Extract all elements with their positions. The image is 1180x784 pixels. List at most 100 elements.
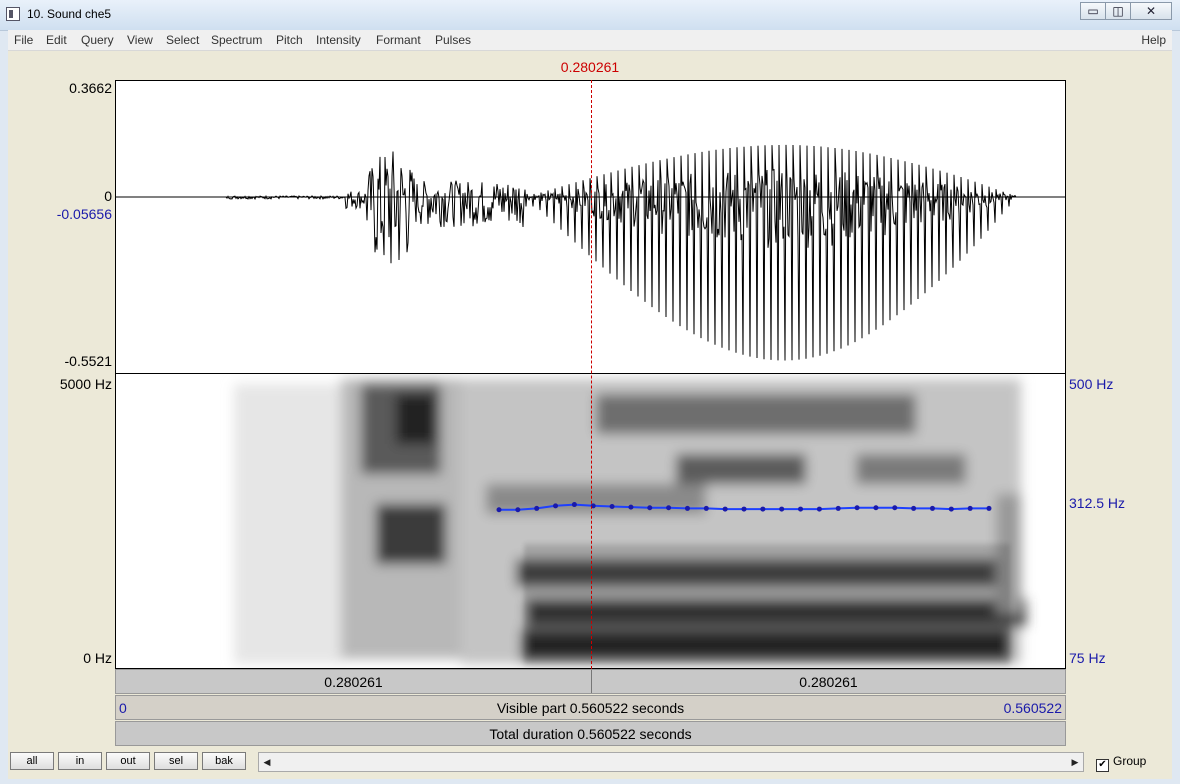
total-duration-bar[interactable]: Total duration 0.560522 seconds xyxy=(115,721,1066,746)
title-bar: 10. Sound che5 ▭ ◫ ✕ xyxy=(0,0,1180,31)
maximize-button[interactable]: ◫ xyxy=(1105,2,1131,20)
right-segment-time: 0.280261 xyxy=(799,674,858,690)
spectrogram-striation xyxy=(976,544,978,664)
spectrogram-striation xyxy=(916,544,918,664)
spectrogram-striation xyxy=(652,544,654,664)
spectrogram-striation xyxy=(982,544,984,664)
cursor-line[interactable] xyxy=(591,80,592,669)
spectrogram-striation xyxy=(544,544,546,664)
visible-part-bar[interactable]: 0 Visible part 0.560522 seconds 0.560522 xyxy=(115,695,1066,720)
spectrogram-striation xyxy=(934,544,936,664)
spectrogram-striation xyxy=(904,544,906,664)
spectrogram-striation xyxy=(922,544,924,664)
waveform-ymax-label: 0.3662 xyxy=(69,80,112,96)
zoom-all-button[interactable]: all xyxy=(10,752,54,770)
spectrogram-striation xyxy=(664,544,666,664)
spectrogram-striation xyxy=(718,544,720,664)
pitch-point xyxy=(854,505,860,511)
pitch-point xyxy=(873,505,879,511)
spectrogram-striation xyxy=(874,544,876,664)
left-segment[interactable]: 0.280261 xyxy=(116,670,592,693)
menu-query[interactable]: Query xyxy=(81,33,114,47)
checkbox-icon[interactable]: ✔ xyxy=(1096,759,1109,772)
spectrogram-striation xyxy=(682,544,684,664)
pitch-point xyxy=(703,505,709,511)
group-checkbox[interactable]: ✔ Group xyxy=(1096,754,1146,772)
spectrogram-striation xyxy=(622,544,624,664)
spectrogram-striation xyxy=(688,544,690,664)
menu-help[interactable]: Help xyxy=(1141,33,1166,47)
menu-file[interactable]: File xyxy=(14,33,33,47)
zoom-sel-button[interactable]: sel xyxy=(154,752,198,770)
spectrogram-striation xyxy=(892,544,894,664)
spectrogram-striation xyxy=(796,544,798,664)
spectrogram-striation xyxy=(640,544,642,664)
spectrogram-striation xyxy=(880,544,882,664)
spectrogram-striation xyxy=(832,544,834,664)
pitch-point xyxy=(816,506,822,512)
zoom-back-button[interactable]: bak xyxy=(202,752,246,770)
spectrogram-striation xyxy=(910,544,912,664)
close-button[interactable]: ✕ xyxy=(1130,2,1172,20)
scroll-right-arrow-icon[interactable]: ▶ xyxy=(1068,754,1082,770)
spectrogram-striation xyxy=(790,544,792,664)
pitch-point xyxy=(534,505,540,511)
spectrogram-striation xyxy=(676,544,678,664)
pitch-point xyxy=(628,504,634,510)
pitch-max-label: 500 Hz xyxy=(1069,376,1114,392)
spectrogram-striation xyxy=(766,544,768,664)
spectrogram-striation xyxy=(700,544,702,664)
zoom-out-button[interactable]: out xyxy=(106,752,150,770)
menu-pitch[interactable]: Pitch xyxy=(276,33,303,47)
pitch-point xyxy=(835,505,841,511)
spectrogram-striation xyxy=(610,544,612,664)
menu-pulses[interactable]: Pulses xyxy=(435,33,471,47)
spectrogram-striation xyxy=(952,544,954,664)
time-scrollbar[interactable]: ◀ ▶ xyxy=(258,752,1084,772)
spectrogram-striation xyxy=(706,544,708,664)
spectrogram-striation xyxy=(574,544,576,664)
menu-intensity[interactable]: Intensity xyxy=(316,33,361,47)
minimize-button[interactable]: ▭ xyxy=(1080,2,1106,20)
zoom-in-button[interactable]: in xyxy=(58,752,102,770)
spectrogram-striation xyxy=(784,544,786,664)
pitch-mid-label: 312.5 Hz xyxy=(1069,495,1126,511)
pitch-point xyxy=(571,502,577,508)
spectrogram-striation xyxy=(598,544,600,664)
pitch-point xyxy=(553,503,559,509)
spectrogram-striation xyxy=(958,544,960,664)
spectrogram-striation xyxy=(886,544,888,664)
menu-formant[interactable]: Formant xyxy=(376,33,421,47)
app-icon[interactable] xyxy=(6,7,20,21)
left-segment-time: 0.280261 xyxy=(324,674,383,690)
waveform-zero-label: 0 xyxy=(104,188,112,204)
spectrogram-striation xyxy=(532,544,534,664)
spectrogram-striation xyxy=(550,544,552,664)
total-duration-label: Total duration 0.560522 seconds xyxy=(489,726,692,742)
spectro-fmin-label: 0 Hz xyxy=(83,650,112,666)
spectrogram-striation xyxy=(580,544,582,664)
pitch-point xyxy=(760,506,766,512)
scroll-left-arrow-icon[interactable]: ◀ xyxy=(260,754,274,770)
menu-edit[interactable]: Edit xyxy=(46,33,67,47)
pitch-point xyxy=(892,505,898,511)
spectrogram-striation xyxy=(760,544,762,664)
pitch-point xyxy=(911,505,917,511)
pitch-point xyxy=(722,506,728,512)
pitch-point xyxy=(609,503,615,509)
spectrogram-striation xyxy=(988,544,990,664)
spectrogram-striation xyxy=(694,544,696,664)
spectrogram-striation xyxy=(1006,544,1008,664)
menu-spectrum[interactable]: Spectrum xyxy=(211,33,262,47)
spectrogram-striation xyxy=(592,544,594,664)
pitch-point xyxy=(496,507,502,513)
menu-select[interactable]: Select xyxy=(166,33,199,47)
spectrogram-striation xyxy=(802,544,804,664)
spectrogram-striation xyxy=(856,544,858,664)
window-title: 10. Sound che5 xyxy=(27,7,112,21)
pitch-point xyxy=(948,506,954,512)
spectrogram-striation xyxy=(808,544,810,664)
spectrogram-striation xyxy=(850,544,852,664)
right-segment[interactable]: 0.280261 xyxy=(592,670,1065,693)
menu-view[interactable]: View xyxy=(127,33,153,47)
